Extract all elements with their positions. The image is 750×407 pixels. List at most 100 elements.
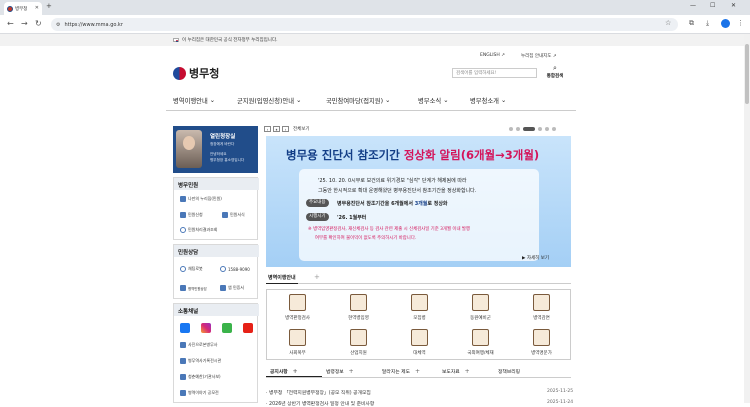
banner-dot[interactable] [516,127,520,131]
banner-dot-active[interactable] [523,127,535,131]
browser-menu-icon[interactable]: ⋮ [737,19,744,27]
app-icon [220,285,226,291]
bookmark-star-icon[interactable]: ☆ [665,19,671,27]
banner-dot[interactable] [552,127,556,131]
history-hall-link[interactable]: 병무역사기록전시관 [180,358,221,364]
service-item[interactable]: 대체역 [389,325,450,360]
scrollbar-thumb[interactable] [745,44,749,104]
civil-form-link[interactable]: 민원서식 [222,212,245,218]
effective-date-label: 시행시기 [306,213,329,221]
banner-next-button[interactable]: › [282,126,289,132]
page-scrollbar[interactable] [744,34,750,403]
civil-consult-link[interactable]: 병역민원상담 [180,285,207,291]
tab-notice[interactable]: 공지사항 + [266,366,322,377]
service-item[interactable]: 국외여행/체재 [450,325,511,360]
service-tabs: 병역이행안내 + [266,272,571,284]
building-icon [289,294,306,311]
tab-military-service[interactable]: 병역이행안내 [266,272,298,284]
tab-law[interactable]: 법령정보 + [322,366,378,377]
new-tab-icon[interactable]: + [46,2,52,10]
photo-history-link[interactable]: 사진으로본병무사 [180,342,217,348]
chatbot-icon [180,266,186,272]
tab-changes[interactable]: 달라지는 제도 + [378,366,438,377]
open-commissioner-card[interactable]: 열린청장실 청장에게 바란다 안녕하세요 병무청장 홍소영입니다 [173,126,258,173]
magnifier-icon [180,227,186,233]
site-logo[interactable]: 병무청 [173,65,219,81]
chevron-down-icon: ⌄ [209,97,216,104]
comm-channel-title: 소통채널 [174,304,259,316]
chat-channel-icon[interactable] [222,323,232,333]
extensions-icon[interactable]: ⧉ [689,19,694,28]
banner-controls: ‹ ⏸ › 전체보기 [264,126,310,132]
top-links: ENGLISH ↗ 누리집 안내지도 ↗ [480,53,557,59]
gnb-item-4[interactable]: 병무소식 ⌄ [418,96,470,105]
chevron-down-icon: ⌄ [443,97,449,104]
gnb-item-5[interactable]: 병무청소개 ⌄ [470,96,530,105]
tab-press[interactable]: 보도자료 + [438,366,494,377]
service-item[interactable]: 현역병입영 [328,290,389,325]
back-icon[interactable]: ← [7,19,14,29]
service-item[interactable]: 동원예비군 [450,290,511,325]
civil-result-link[interactable]: 민원처리결과조회 [180,227,217,233]
airplane-icon [472,329,489,346]
contest-icon [180,390,186,396]
magazine-link[interactable]: 청춘예찬(기관사보) [180,374,221,380]
exemption-icon [533,294,550,311]
maximize-icon[interactable]: ☐ [710,2,715,9]
browser-tab[interactable]: 병무청 ✕ [4,2,42,15]
my-nuri-link[interactable]: 나만의 누리집(민원) [180,196,222,202]
banner-view-all[interactable]: 전체보기 [293,126,310,132]
chevron-down-icon: ⌄ [296,97,302,104]
banner-prev-button[interactable]: ‹ [264,126,271,132]
gnb-item-2[interactable]: 군지원(입영신청)안내 ⌄ [237,96,326,105]
gnb-item-3[interactable]: 국민참여마당(접지원) ⌄ [326,96,418,105]
banner-indicator [509,127,556,131]
service-item[interactable]: 사회복무 [267,325,328,360]
banner-dot[interactable] [538,127,542,131]
main-navigation: 병역이행안내 ⌄ 군지원(입영신청)안내 ⌄ 국민참여마당(접지원) ⌄ 병무소식 ⌄ … [173,96,530,105]
main-banner[interactable]: 병무용 진단서 참조기간 정상화 알림(6개월→3개월) '25. 10. 20… [266,136,571,267]
facebook-icon[interactable] [180,323,190,333]
banner-pause-button[interactable]: ⏸ [273,126,280,132]
banner-dot[interactable] [545,127,549,131]
service-item[interactable]: 병역판정검사 [267,290,328,325]
service-item[interactable]: 모집병 [389,290,450,325]
site-info-icon[interactable]: ⚙ [56,22,60,28]
comm-channel-box: 소통채널 사진으로본병무사 병무역사기록전시관 청춘예찬(기관사보) 병역이야기… [173,303,259,403]
gov-notice-text: 이 누리집은 대한민국 공식 전자정부 누리집입니다. [182,38,278,43]
story-contest-link[interactable]: 병역이야기 공모전 [180,390,219,396]
close-window-icon[interactable]: ✕ [731,2,736,9]
minimize-icon[interactable]: — [690,2,696,9]
search-input[interactable]: 검색어를 입력하세요! [452,68,537,78]
add-icon[interactable]: + [314,273,320,281]
banner-dot[interactable] [509,127,513,131]
nuri-guide-link[interactable]: 누리집 안내지도 ↗ [521,53,557,59]
pen-icon [180,212,186,218]
service-item[interactable]: 병역감면 [511,290,572,325]
app-cert-link[interactable]: 앱 민증서 [220,285,244,291]
profile-avatar[interactable] [721,19,730,28]
soldier-icon [350,294,367,311]
civil-apply-link[interactable]: 민원신청 [180,212,203,218]
url-input[interactable]: ⚙ https://www.mma.go.kr [51,18,678,31]
downloads-icon[interactable]: ⤓ [706,19,709,28]
youtube-icon[interactable] [243,323,253,333]
news-item[interactable]: · 2026년 상반기 병역판정검사 일정 안내 및 준비사항 [266,400,374,407]
phone-link[interactable]: 1588-9090 [220,266,250,272]
news-item[interactable]: · 병무청 「전력지원병무정장」(공모 직위) 공개모집 [266,389,371,396]
forward-icon[interactable]: → [21,19,28,29]
gnb-item-1[interactable]: 병역이행안내 ⌄ [173,96,231,105]
family-icon [533,329,550,346]
english-link[interactable]: ENGLISH ↗ [480,53,505,59]
banner-more-link[interactable]: ▶ 자세히 보기 [522,255,549,261]
chatbot-link[interactable]: 채팅로봇 [180,266,203,272]
chevron-down-icon: ⌄ [500,97,507,104]
tab-briefing[interactable]: 정책브리핑 [494,366,554,377]
reload-icon[interactable]: ↻ [35,19,42,29]
consult-icon [180,285,186,291]
service-item[interactable]: 산업지원 [328,325,389,360]
instagram-icon[interactable] [201,323,211,333]
service-item[interactable]: 병역명문가 [511,325,572,360]
close-tab-icon[interactable]: ✕ [35,5,39,11]
search-button[interactable]: ⌕ 통합검색 [543,64,567,79]
